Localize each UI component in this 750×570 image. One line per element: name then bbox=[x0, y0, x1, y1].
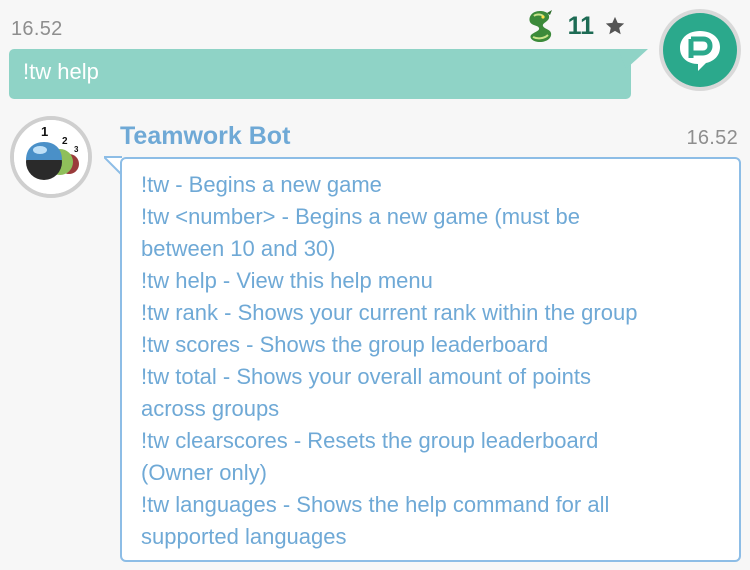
svg-text:3: 3 bbox=[74, 145, 79, 154]
help-line: (Owner only) bbox=[141, 460, 267, 485]
help-line: supported languages bbox=[141, 524, 347, 549]
help-line: !tw help - View this help menu bbox=[141, 268, 433, 293]
outgoing-message-text: !tw help bbox=[23, 59, 99, 84]
sender-badges: 11 bbox=[522, 8, 626, 44]
outgoing-bubble-tail bbox=[618, 49, 648, 69]
help-command-list: !tw - Begins a new game !tw <number> - B… bbox=[141, 169, 727, 553]
help-line: !tw clearscores - Resets the group leade… bbox=[141, 428, 599, 453]
bot-avatar[interactable]: 1 2 3 bbox=[10, 116, 92, 198]
dragon-icon bbox=[529, 10, 552, 42]
sender-name[interactable]: Teamwork Bot bbox=[120, 122, 290, 151]
help-line: between 10 and 30) bbox=[141, 236, 336, 261]
self-avatar[interactable] bbox=[659, 9, 741, 91]
help-line: !tw - Begins a new game bbox=[141, 172, 382, 197]
incoming-timestamp: 16.52 bbox=[686, 127, 738, 149]
paltalk-logo-icon bbox=[663, 13, 737, 87]
help-line: !tw total - Shows your overall amount of… bbox=[141, 364, 591, 389]
help-line: !tw languages - Shows the help command f… bbox=[141, 492, 610, 517]
user-level: 11 bbox=[567, 11, 594, 40]
svg-text:1: 1 bbox=[41, 124, 48, 139]
star-icon bbox=[605, 16, 625, 35]
help-line: !tw rank - Shows your current rank withi… bbox=[141, 300, 638, 325]
chat-view: 16.52 11 !tw help 1 2 3 Teamwork Bot 16.… bbox=[0, 0, 750, 570]
help-line: !tw scores - Shows the group leaderboard bbox=[141, 332, 549, 357]
outgoing-timestamp: 16.52 bbox=[11, 18, 63, 40]
help-line: across groups bbox=[141, 396, 280, 421]
svg-text:2: 2 bbox=[62, 136, 68, 147]
outgoing-message-bubble[interactable]: !tw help bbox=[9, 49, 631, 99]
podium-123-icon: 1 2 3 bbox=[14, 120, 88, 194]
help-line: !tw <number> - Begins a new game (must b… bbox=[141, 204, 580, 229]
incoming-message-bubble[interactable]: !tw - Begins a new game !tw <number> - B… bbox=[120, 157, 741, 562]
